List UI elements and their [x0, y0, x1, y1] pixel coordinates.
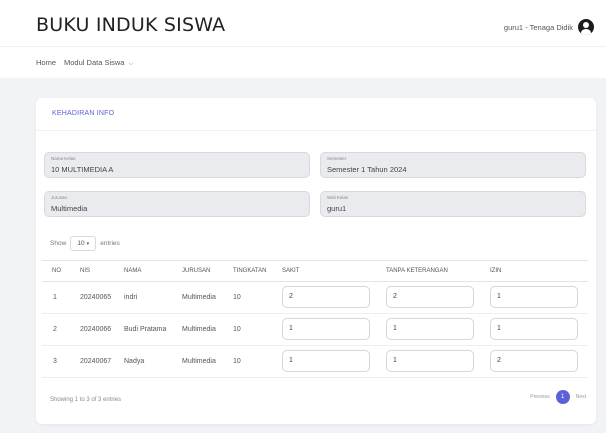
cell-no: 1	[53, 294, 57, 301]
prev-page-button[interactable]: Previous	[530, 394, 549, 400]
sakit-input[interactable]: 1	[282, 318, 370, 340]
nav-modul-dropdown[interactable]: Modul Data Siswa ⌵	[64, 58, 133, 68]
cell-tingkatan: 10	[233, 294, 241, 301]
cell-tingkatan: 10	[233, 358, 241, 365]
jurusan-field: Jurusan Multimedia	[44, 191, 310, 217]
nav-modul-label: Modul Data Siswa	[64, 57, 125, 67]
nav-home-link[interactable]: Home	[36, 58, 56, 67]
cell-nis: 20240067	[80, 358, 112, 365]
show-label: Show	[50, 240, 67, 247]
header-izin: IZIN	[490, 268, 502, 274]
sakit-input[interactable]: 2	[282, 286, 370, 308]
app-title: BUKU INDUK SISWA	[36, 14, 226, 36]
header-sakit: SAKIT	[282, 268, 300, 274]
entries-select[interactable]: 10 ▾	[70, 236, 97, 251]
attendance-card: KEHADIRAN INFO Nama Kelas 10 MULTIMEDIA …	[36, 98, 596, 424]
top-bar: BUKU INDUK SISWA guru1 - Tenaga Didik	[0, 0, 606, 46]
semester-field: Semester Semester 1 Tahun 2024	[320, 152, 586, 178]
header-no: NO	[52, 268, 61, 274]
nav-bar: Home Modul Data Siswa ⌵	[0, 46, 606, 78]
cell-no: 3	[53, 358, 57, 365]
chevron-down-icon: ⌵	[128, 60, 134, 67]
cell-jurusan: Multimedia	[182, 294, 216, 301]
wali-field: Wali Kelas guru1	[320, 191, 586, 217]
next-page-button[interactable]: Next	[576, 394, 586, 400]
header-nis: NIS	[80, 268, 91, 274]
chevron-down-icon: ▾	[86, 240, 90, 247]
izin-input[interactable]: 2	[490, 350, 578, 372]
cell-nis: 20240066	[80, 326, 112, 333]
jurusan-label: Jurusan	[51, 195, 68, 200]
izin-input[interactable]: 1	[490, 318, 578, 340]
jurusan-value: Multimedia	[51, 204, 88, 213]
tanpa-keterangan-input[interactable]: 1	[386, 350, 474, 372]
cell-no: 2	[53, 326, 57, 333]
cell-nama: Budi Pratama	[124, 326, 167, 333]
table-info: Showing 1 to 3 of 3 entries	[50, 397, 122, 403]
wali-label: Wali Kelas	[327, 195, 349, 200]
entries-count: 10	[77, 240, 85, 247]
header-nama: NAMA	[124, 268, 142, 274]
table-row: 3 20240067 Nadya Multimedia 10 1 1 2	[42, 346, 588, 378]
cell-tingkatan: 10	[233, 326, 241, 333]
cell-jurusan: Multimedia	[182, 358, 216, 365]
card-title: KEHADIRAN INFO	[52, 110, 115, 117]
divider	[36, 130, 596, 131]
cell-nama: indri	[124, 294, 138, 301]
tanpa-keterangan-input[interactable]: 1	[386, 318, 474, 340]
kelas-label: Nama Kelas	[51, 156, 76, 161]
cell-nis: 20240065	[80, 294, 112, 301]
entries-suffix: entries	[100, 240, 120, 247]
show-entries: Show 10 ▾ entries	[50, 236, 120, 251]
izin-input[interactable]: 1	[490, 286, 578, 308]
page-1-button[interactable]: 1	[555, 390, 570, 404]
table-row: 1 20240065 indri Multimedia 10 2 2 1	[42, 282, 588, 314]
table-header: NO NIS NAMA JURUSAN TINGKATAN SAKIT TANP…	[42, 260, 588, 282]
semester-label: Semester	[327, 156, 347, 161]
user-label: guru1 - Tenaga Didik	[503, 22, 573, 32]
kelas-field: Nama Kelas 10 MULTIMEDIA A	[44, 152, 310, 178]
table-row: 2 20240066 Budi Pratama Multimedia 10 1 …	[42, 314, 588, 346]
kelas-value: 10 MULTIMEDIA A	[51, 165, 114, 174]
header-jurusan: JURUSAN	[182, 268, 211, 274]
attendance-table: NO NIS NAMA JURUSAN TINGKATAN SAKIT TANP…	[42, 260, 588, 378]
user-avatar-icon[interactable]	[578, 19, 594, 35]
header-tingkatan: TINGKATAN	[233, 268, 267, 274]
sakit-input[interactable]: 1	[282, 350, 370, 372]
semester-value: Semester 1 Tahun 2024	[327, 165, 407, 174]
cell-jurusan: Multimedia	[182, 326, 216, 333]
cell-nama: Nadya	[124, 358, 145, 365]
header-tanpa-keterangan: TANPA KETERANGAN	[386, 268, 448, 274]
user-menu[interactable]: guru1 - Tenaga Didik	[504, 18, 594, 36]
wali-value: guru1	[327, 204, 347, 213]
tanpa-keterangan-input[interactable]: 2	[386, 286, 474, 308]
pagination: Previous 1 Next	[530, 390, 586, 404]
